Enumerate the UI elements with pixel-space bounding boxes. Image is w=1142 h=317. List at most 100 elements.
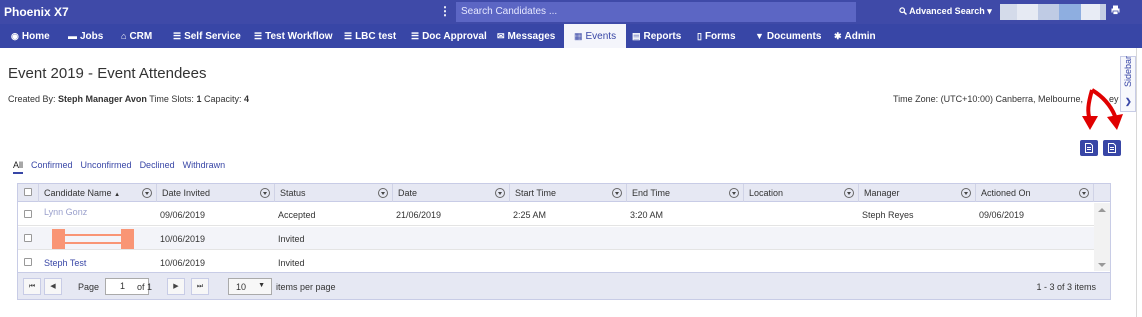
column-label: Date Invited (162, 188, 211, 198)
header-actioned-on[interactable]: Actioned On (976, 184, 1094, 202)
nav-label: Doc Approval (422, 30, 487, 42)
nav-item-documents[interactable]: ▼ Documents (755, 24, 821, 48)
filter-icon[interactable] (844, 188, 854, 198)
advanced-search-button[interactable]: Advanced Search ▾ (899, 6, 992, 17)
nav-item-jobs[interactable]: ▬ Jobs (68, 24, 103, 48)
nav-item-test-workflow[interactable]: ☰ Test Workflow (254, 24, 333, 48)
gear-icon: ✱ (834, 30, 842, 41)
nav-label: Home (21, 30, 50, 42)
nav-item-events[interactable]: ▦ Events (564, 24, 627, 48)
user-avatar-redacted[interactable] (1000, 4, 1106, 20)
search-icon (899, 6, 909, 16)
capacity-value: 4 (244, 94, 250, 104)
timezone-label: Time Zone: (UTC+10:00) Canberra, Melbour… (893, 94, 1083, 104)
sort-asc-icon: ▲ (114, 192, 121, 198)
grid-scrollbar[interactable] (1094, 203, 1110, 271)
table-row[interactable]: 10/06/2019 Invited (18, 227, 1094, 250)
list-icon: ☰ (344, 30, 353, 41)
date-invited-cell: 09/06/2019 (160, 210, 206, 220)
column-label: Candidate Name (44, 188, 112, 198)
filter-icon[interactable] (1079, 188, 1089, 198)
column-label: Manager (864, 188, 900, 198)
tab-all[interactable]: All (13, 160, 24, 174)
tab-confirmed[interactable]: Confirmed (31, 160, 73, 174)
nav-item-crm[interactable]: ⌂ CRM (121, 24, 152, 48)
nav-item-messages[interactable]: ✉ Messages (497, 24, 555, 48)
event-meta: Created By: Steph Manager Avon Time Slot… (8, 94, 249, 104)
export-excel-button[interactable] (1103, 140, 1121, 156)
tab-unconfirmed[interactable]: Unconfirmed (81, 160, 132, 174)
row-checkbox[interactable] (24, 234, 32, 242)
nav-item-doc-approval[interactable]: ☰ Doc Approval (411, 24, 487, 48)
list-icon: ☰ (411, 30, 420, 41)
nav-label: Documents (766, 30, 822, 42)
page-title: Event 2019 - Event Attendees (8, 65, 207, 82)
row-checkbox[interactable] (24, 258, 32, 266)
table-row[interactable]: Lynn Gonz 09/06/2019 Accepted 21/06/2019… (18, 203, 1094, 226)
tab-withdrawn[interactable]: Withdrawn (183, 160, 226, 174)
scroll-down-icon[interactable] (1098, 263, 1106, 267)
filter-icon[interactable] (612, 188, 622, 198)
export-pdf-button[interactable] (1080, 140, 1098, 156)
select-all-checkbox[interactable] (24, 188, 32, 196)
header-location[interactable]: Location (744, 184, 859, 202)
filter-icon[interactable] (142, 188, 152, 198)
header-start-time[interactable]: Start Time (510, 184, 627, 202)
grid-header: Candidate Name ▲ Date Invited Status Dat… (18, 184, 1110, 202)
time-slots-value: 1 (196, 94, 202, 104)
building-icon: ⌂ (121, 31, 127, 41)
sidebar-label: Sidebar (1123, 55, 1133, 87)
header-select-all (18, 184, 39, 202)
column-label: End Time (632, 188, 671, 198)
header-manager[interactable]: Manager (859, 184, 976, 202)
column-label: Location (749, 188, 784, 198)
filter-icon[interactable] (961, 188, 971, 198)
next-page-button[interactable]: ▶ (167, 278, 185, 295)
page-size-select[interactable]: 10 ▼ (228, 278, 272, 295)
advanced-search-label: Advanced Search (909, 6, 985, 16)
first-page-button[interactable]: ⏮ (23, 278, 41, 295)
nav-item-reports[interactable]: ▤ Reports (632, 24, 681, 48)
page-label: Page (78, 282, 100, 292)
created-by-label: Created By: (8, 94, 56, 104)
caret-down-icon: ▼ (258, 282, 265, 289)
header-date[interactable]: Date (393, 184, 510, 202)
column-label: Actioned On (981, 188, 1031, 198)
last-page-button[interactable]: ⏭ (191, 278, 209, 295)
scroll-up-icon[interactable] (1098, 208, 1106, 212)
date-invited-cell: 10/06/2019 (160, 258, 206, 268)
row-checkbox[interactable] (24, 210, 32, 218)
candidate-name-link[interactable]: Lynn Gonz (44, 207, 87, 217)
nav-item-home[interactable]: ◉ Home (11, 24, 50, 48)
nav-item-lbc-test[interactable]: ☰ LBC test (344, 24, 396, 48)
header-date-invited[interactable]: Date Invited (157, 184, 275, 202)
globe-icon: ◉ (11, 30, 19, 41)
table-row[interactable]: Steph Test 10/06/2019 Invited (18, 251, 1094, 274)
nav-label: Jobs (80, 30, 104, 42)
nav-label: Forms (704, 30, 736, 42)
nav-item-admin[interactable]: ✱ Admin (834, 24, 876, 48)
status-cell: Invited (278, 234, 305, 244)
capacity-label: Capacity: (203, 94, 242, 104)
filter-icon[interactable] (495, 188, 505, 198)
search-input[interactable]: Search Candidates ... (456, 2, 856, 22)
nav-item-forms[interactable]: ▯ Forms (697, 24, 736, 48)
calendar-icon: ▦ (574, 30, 583, 41)
header-end-time[interactable]: End Time (627, 184, 744, 202)
main-nav: ◉ Home ▬ Jobs ⌂ CRM ☰ Self Service ☰ Test Wor… (0, 24, 1142, 48)
print-icon[interactable] (1111, 5, 1120, 15)
of-pages-label: of 1 (137, 282, 153, 292)
kebab-menu-icon[interactable]: ⋮ (439, 4, 451, 18)
candidate-name-link[interactable]: Steph Test (44, 258, 86, 268)
header-candidate-name[interactable]: Candidate Name ▲ (39, 184, 157, 202)
prev-page-button[interactable]: ◀ (44, 278, 62, 295)
caret-down-icon: ▾ (987, 6, 992, 16)
filter-icon[interactable] (729, 188, 739, 198)
header-status[interactable]: Status (275, 184, 393, 202)
filter-icon[interactable] (378, 188, 388, 198)
nav-item-self-service[interactable]: ☰ Self Service (173, 24, 241, 48)
tab-declined[interactable]: Declined (140, 160, 175, 174)
nav-label: Admin (844, 30, 876, 42)
filter-icon[interactable] (260, 188, 270, 198)
page-size-value: 10 (236, 282, 247, 292)
